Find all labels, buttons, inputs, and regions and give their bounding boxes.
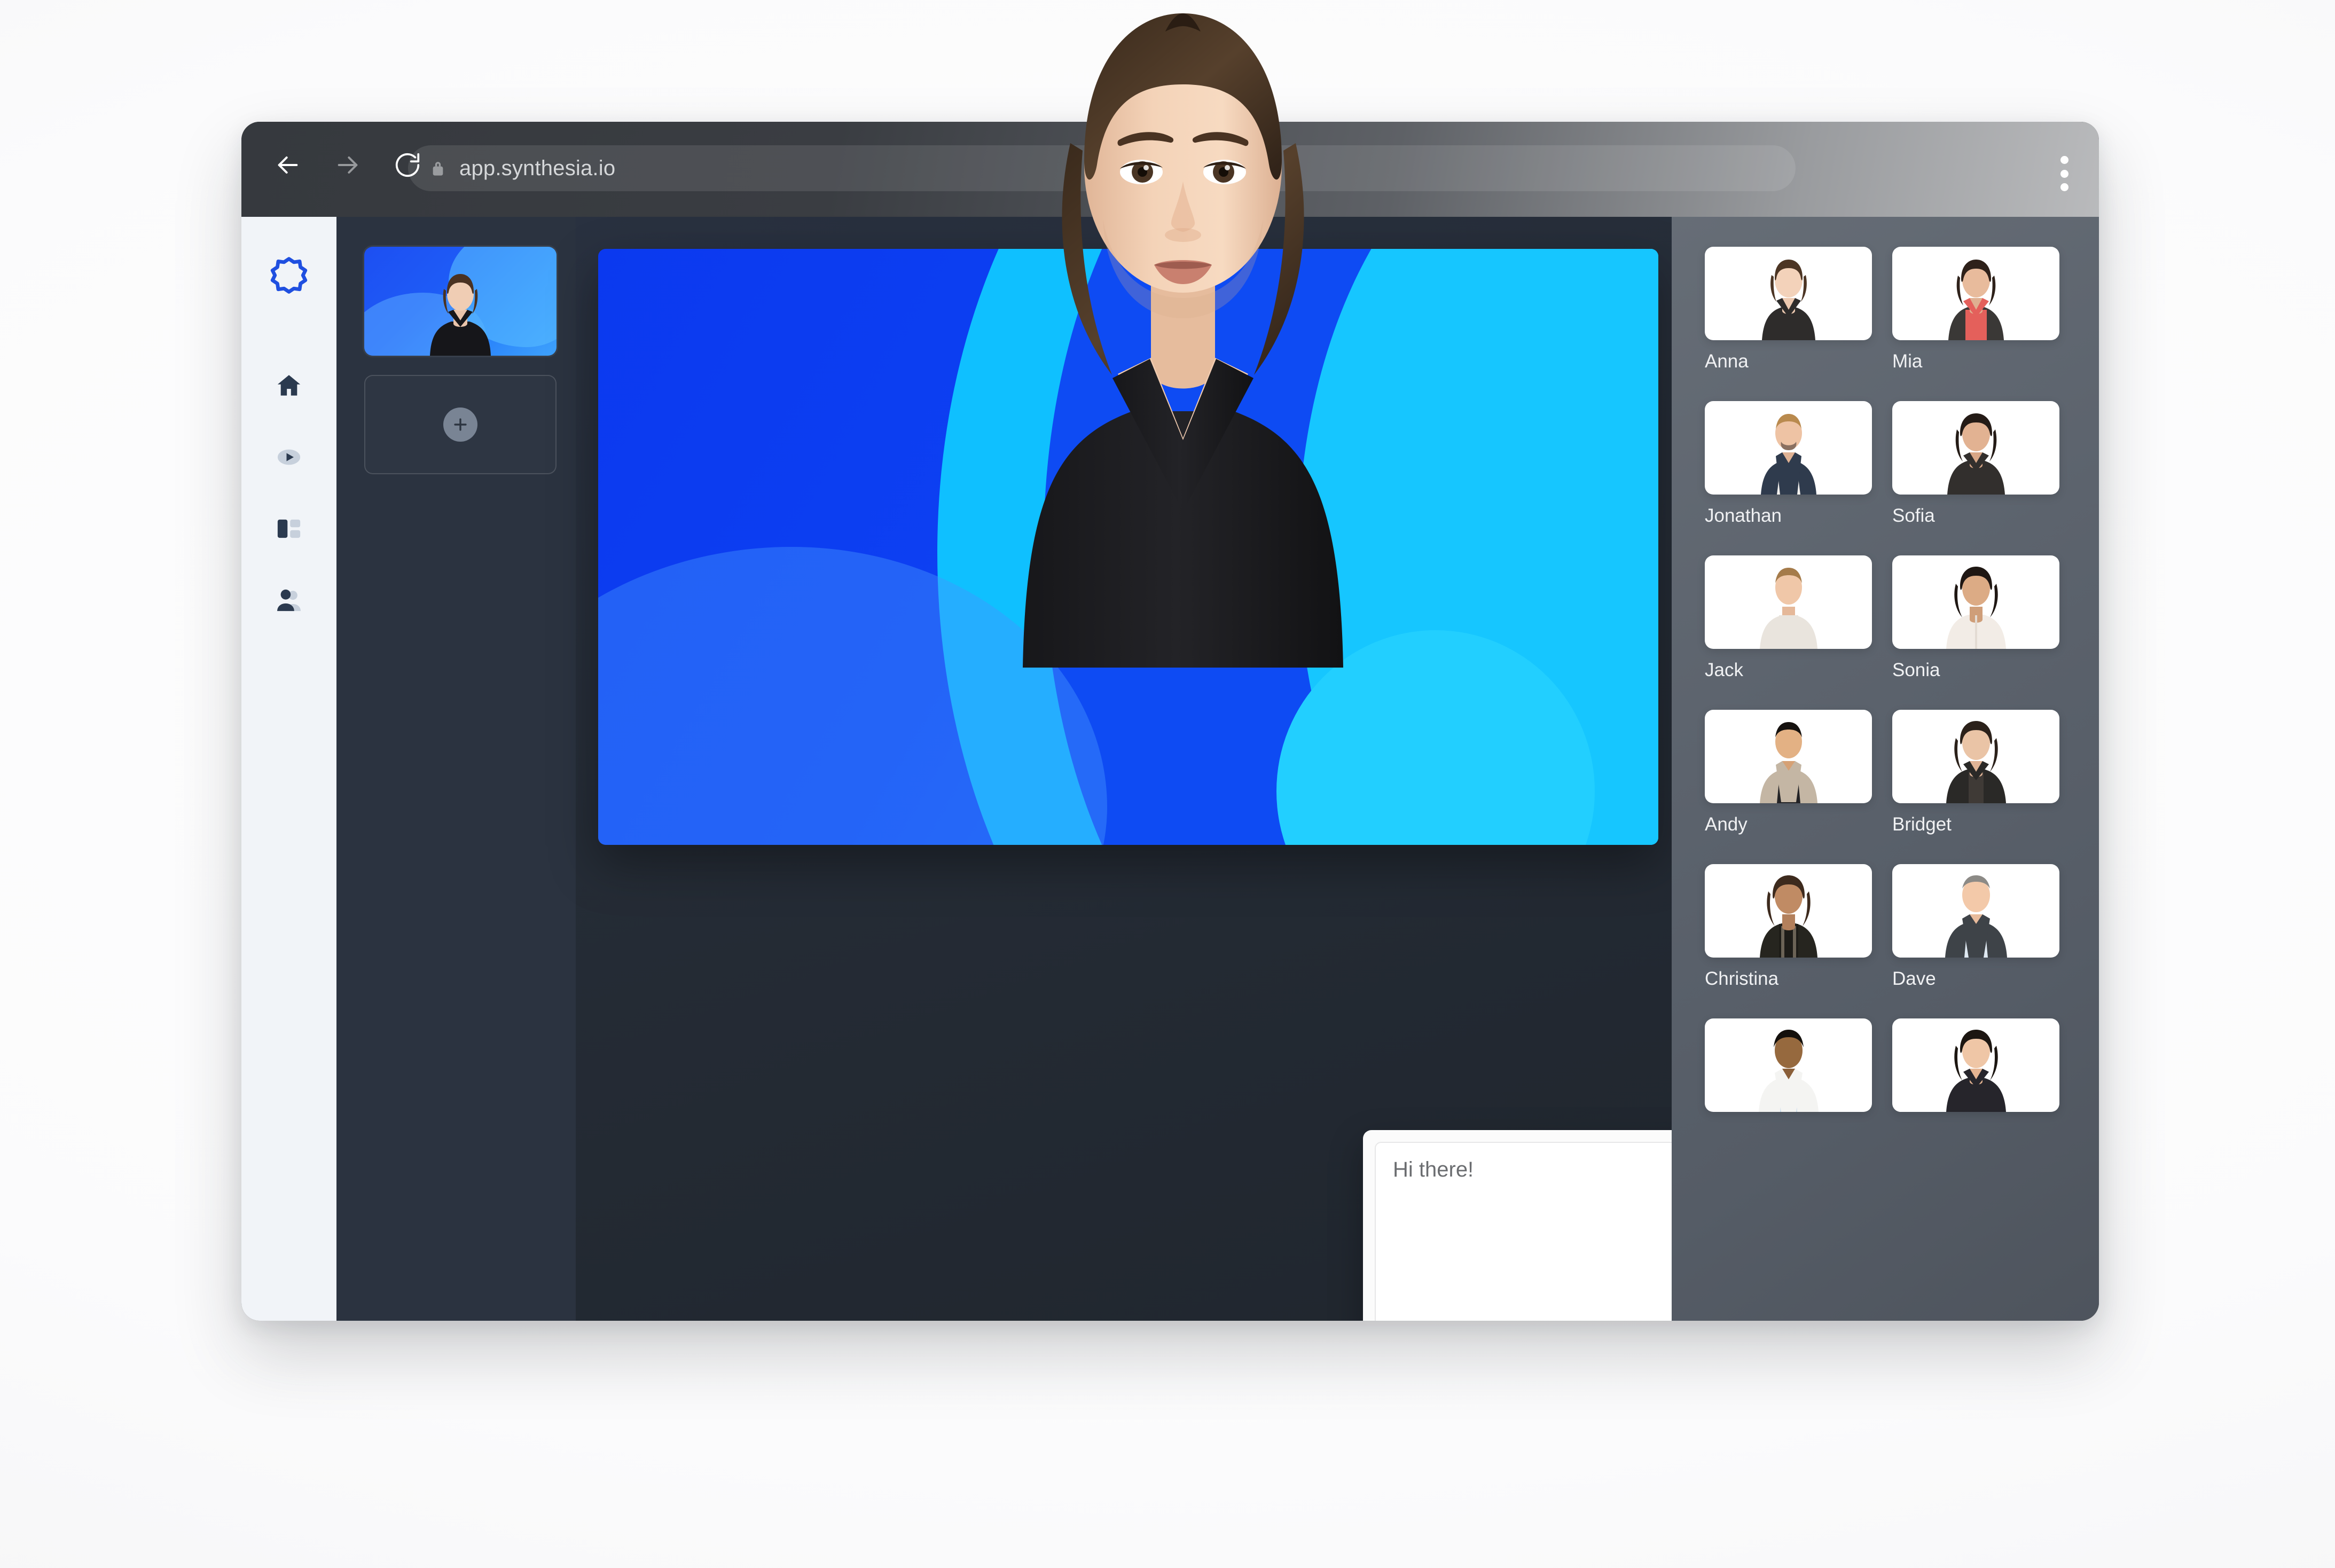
page-backdrop: app.synthesia.io Hi there! Anna Mia Jona… — [0, 0, 2335, 1568]
lock-icon — [430, 159, 445, 177]
sidebar — [241, 217, 336, 1321]
sidebar-item-videos[interactable] — [264, 433, 314, 482]
avatar-photo — [1705, 555, 1872, 649]
browser-window-inner: app.synthesia.io Hi there! Anna Mia Jona… — [241, 122, 2099, 1321]
browser-window: app.synthesia.io Hi there! Anna Mia Jona… — [241, 122, 2099, 1321]
video-canvas[interactable] — [598, 249, 1658, 845]
avatar-library-panel: Anna Mia Jonathan Sofia Jack Sonia Andy … — [1672, 217, 2099, 1321]
sidebar-item-templates[interactable] — [264, 504, 314, 553]
avatar-card[interactable]: Dave — [1892, 864, 2059, 990]
avatar-photo — [1892, 247, 2059, 340]
scene-thumbnail-1[interactable] — [364, 247, 557, 356]
synthesia-logo-icon[interactable] — [264, 250, 314, 299]
avatar-photo — [1892, 401, 2059, 495]
avatar-card[interactable]: Jack — [1705, 555, 1872, 681]
app-body: Hi there! 3491 characters left. 🇺🇸 Engli… — [241, 217, 2099, 1321]
avatar-name: Jonathan — [1705, 505, 1782, 526]
avatar-card[interactable]: Sonia — [1892, 555, 2059, 681]
avatar-photo — [1705, 247, 1872, 340]
avatar-name: Anna — [1705, 351, 1749, 372]
avatar-card[interactable] — [1705, 1018, 1872, 1123]
avatar-name: Sonia — [1892, 660, 1940, 680]
avatar-photo — [1705, 864, 1872, 958]
avatar-card[interactable]: Christina — [1705, 864, 1872, 990]
avatar-name: Bridget — [1892, 814, 1952, 835]
add-scene-button[interactable] — [364, 375, 557, 474]
browser-toolbar: app.synthesia.io — [241, 122, 2099, 217]
avatar-card[interactable]: Andy — [1705, 710, 1872, 835]
address-bar-url: app.synthesia.io — [459, 156, 616, 180]
avatar-card[interactable] — [1892, 1018, 2059, 1123]
avatar-card[interactable]: Anna — [1705, 247, 1872, 372]
kebab-menu-icon[interactable] — [2059, 156, 2069, 191]
editor-stage: Hi there! 3491 characters left. 🇺🇸 Engli… — [576, 217, 2005, 1321]
sidebar-item-avatars[interactable] — [264, 576, 314, 625]
avatar-name: Jack — [1705, 660, 1743, 680]
avatar-photo — [1705, 1018, 1872, 1112]
avatar-photo — [1705, 401, 1872, 495]
sidebar-item-home[interactable] — [264, 361, 314, 410]
avatar-name: Dave — [1892, 968, 1936, 989]
avatar-name: Andy — [1705, 814, 1748, 835]
arrow-left-icon[interactable] — [271, 148, 304, 182]
browser-nav-buttons — [271, 148, 424, 182]
scene-panel — [336, 217, 576, 1321]
avatar-name: Christina — [1705, 968, 1779, 989]
avatar-name: Sofia — [1892, 505, 1935, 526]
avatar-card[interactable]: Bridget — [1892, 710, 2059, 835]
avatar-grid: Anna Mia Jonathan Sofia Jack Sonia Andy … — [1672, 247, 2099, 1123]
avatar-photo — [1892, 1018, 2059, 1112]
avatar-photo — [1892, 555, 2059, 649]
avatar-card[interactable]: Jonathan — [1705, 401, 1872, 527]
scene-thumb-presenter — [430, 274, 491, 356]
avatar-name: Mia — [1892, 351, 1923, 372]
avatar-photo — [1892, 710, 2059, 803]
address-bar[interactable]: app.synthesia.io — [408, 145, 1796, 191]
plus-icon — [443, 407, 477, 442]
avatar-photo — [1892, 864, 2059, 958]
arrow-right-icon[interactable] — [331, 148, 364, 182]
avatar-card[interactable]: Sofia — [1892, 401, 2059, 527]
avatar-card[interactable]: Mia — [1892, 247, 2059, 372]
avatar-photo — [1705, 710, 1872, 803]
